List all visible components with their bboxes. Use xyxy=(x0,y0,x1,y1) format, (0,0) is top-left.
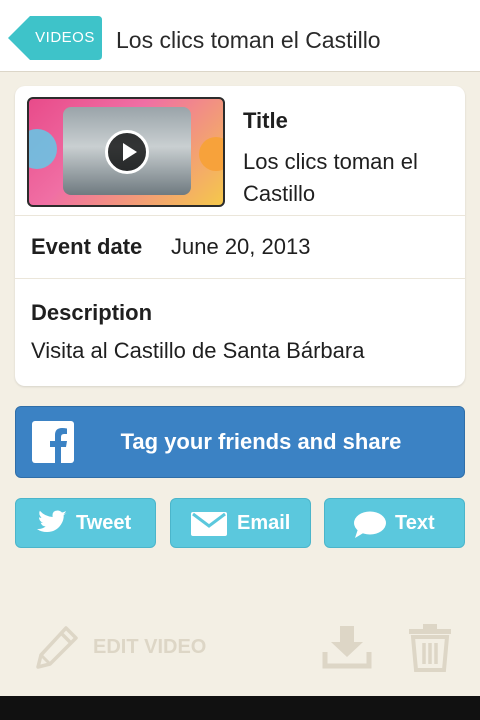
envelope-icon xyxy=(191,512,227,536)
back-button-label: VIDEOS xyxy=(35,29,95,46)
description-value: Visita al Castillo de Santa Bárbara xyxy=(31,338,365,363)
page-title: Los clics toman el Castillo xyxy=(116,27,381,53)
bottom-edge xyxy=(0,696,480,720)
event-date-value: June 20, 2013 xyxy=(171,234,311,259)
email-button[interactable]: Email xyxy=(170,498,311,548)
download-icon[interactable] xyxy=(322,624,372,670)
back-to-videos-button[interactable]: VIDEOS xyxy=(8,16,102,60)
tweet-label: Tweet xyxy=(76,512,132,534)
tweet-button[interactable]: Tweet xyxy=(15,498,156,548)
edit-video-button[interactable]: EDIT VIDEO xyxy=(93,636,206,659)
title-label: Title xyxy=(243,108,288,133)
thumbnail-decoration xyxy=(199,137,223,171)
facebook-share-label: Tag your friends and share xyxy=(120,429,402,454)
divider xyxy=(15,215,465,216)
play-icon[interactable] xyxy=(105,130,149,174)
video-thumbnail[interactable] xyxy=(27,97,225,207)
facebook-icon xyxy=(32,421,74,463)
email-label: Email xyxy=(237,512,291,534)
divider xyxy=(15,278,465,279)
facebook-share-button[interactable]: Tag your friends and share xyxy=(15,406,465,478)
text-label: Text xyxy=(395,512,435,534)
twitter-bird-icon xyxy=(37,510,67,532)
description-label: Description xyxy=(31,300,153,325)
text-message-button[interactable]: Text xyxy=(324,498,465,548)
event-date-label: Event date xyxy=(31,234,143,259)
nav-bar: VIDEOS Los clics toman el Castillo xyxy=(0,0,480,72)
pencil-icon[interactable] xyxy=(34,624,80,670)
thumbnail-decoration xyxy=(29,129,57,169)
video-info-card: Title Los clics toman el Castillo Event … xyxy=(15,86,465,386)
speech-bubble-icon xyxy=(354,511,386,538)
title-value: Los clics toman el Castillo xyxy=(243,149,418,206)
trash-icon[interactable] xyxy=(406,622,454,672)
